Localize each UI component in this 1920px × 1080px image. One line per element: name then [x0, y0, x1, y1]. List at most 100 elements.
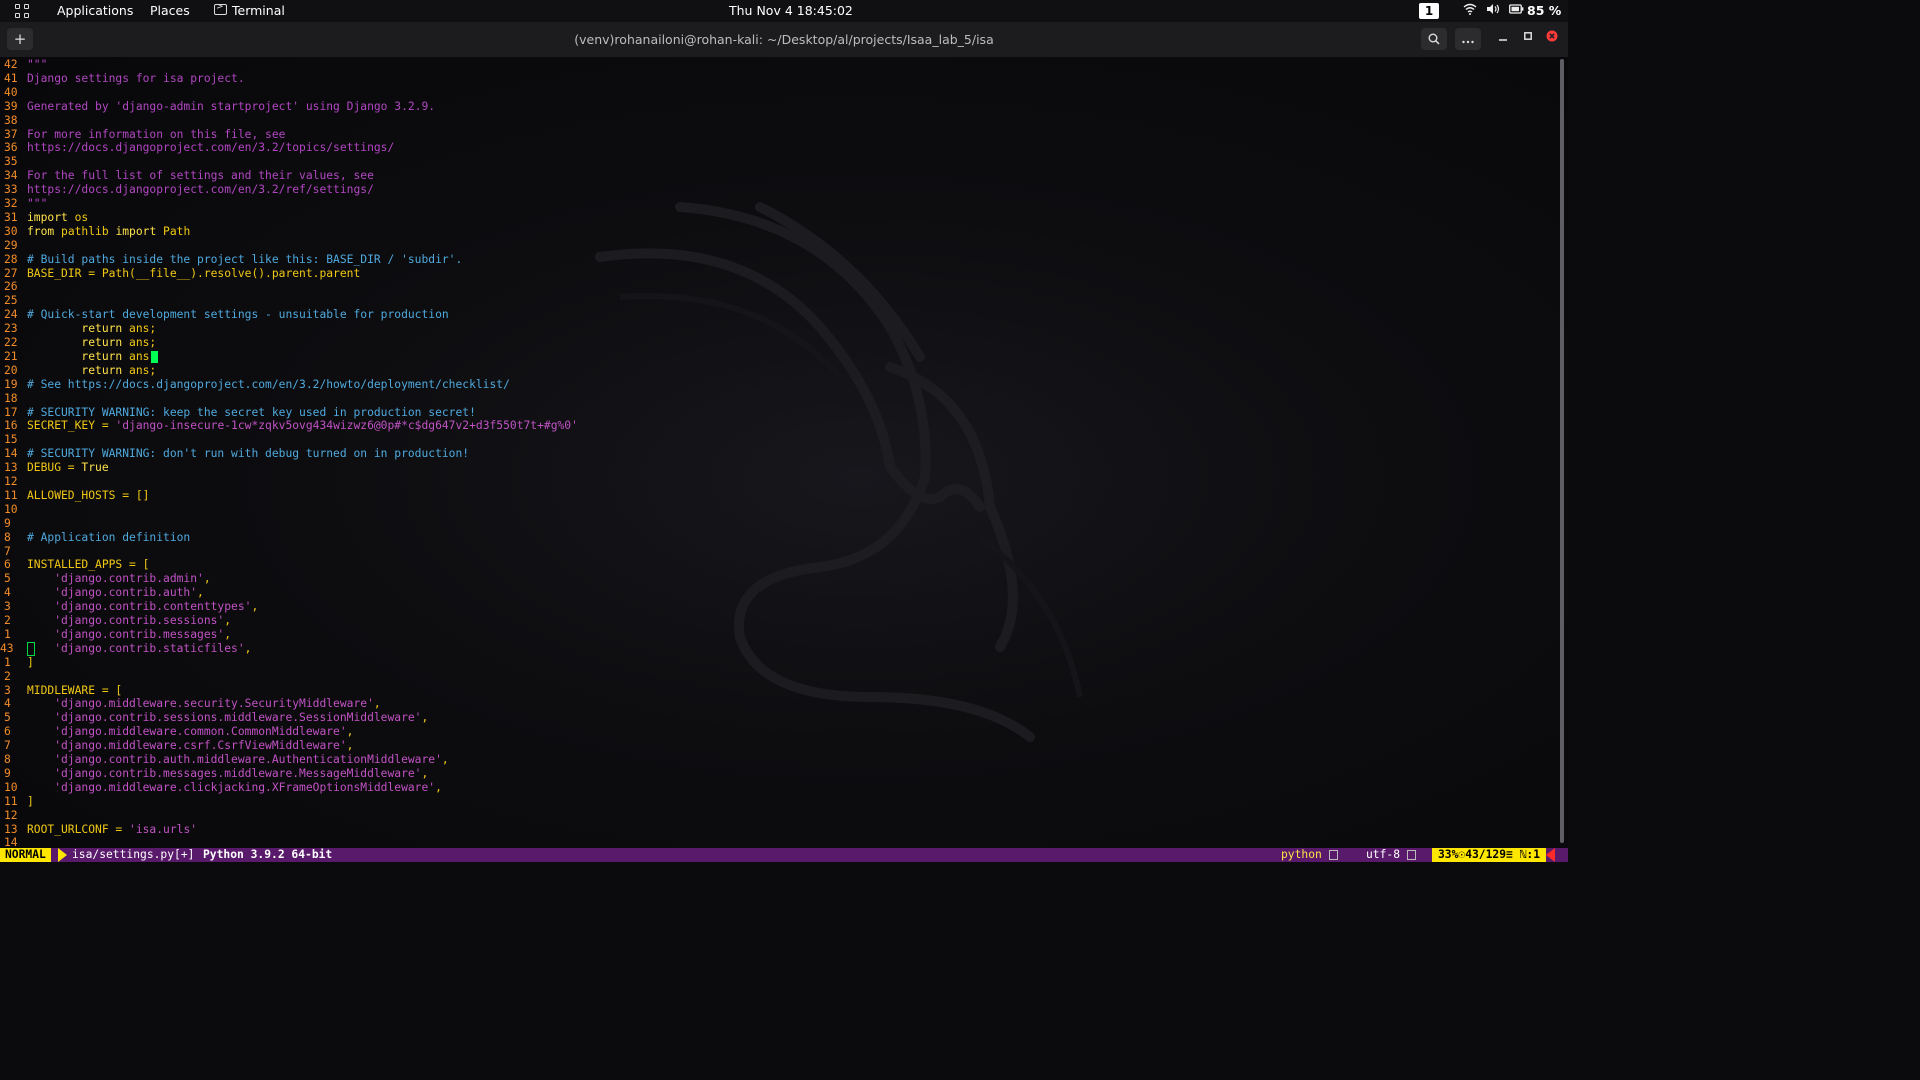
code-text: 'django.contrib.auth', [27, 586, 204, 600]
code-line[interactable]: 29 [0, 239, 27, 253]
mode-indicator: NORMAL [0, 848, 51, 862]
command-line[interactable] [0, 862, 1568, 882]
code-line[interactable]: 14 # SECURITY WARNING: don't run with deb… [0, 447, 469, 461]
code-line[interactable]: 4 'django.middleware.security.SecurityMi… [0, 697, 381, 711]
vim-editor[interactable]: 42 """ 41 Django settings for isa project. 4… [0, 57, 1568, 848]
code-line[interactable]: 1 'django.contrib.messages', [0, 628, 231, 642]
code-line[interactable]: 42 """ [0, 58, 47, 72]
code-line[interactable]: 5 'django.contrib.sessions.middleware.Se… [0, 711, 428, 725]
code-line[interactable]: 13 DEBUG = True [0, 461, 109, 475]
code-token: 'django.middleware.security.SecurityMidd… [27, 697, 374, 711]
code-text: INSTALLED_APPS = [ [27, 558, 149, 572]
code-line[interactable]: 28 # Build paths inside the project like … [0, 253, 462, 267]
cursor-position: 33%☉43/129≡ ℕ:1 [1432, 848, 1547, 862]
terminal-menu[interactable]: Terminal [232, 4, 285, 18]
code-line[interactable]: 30 from pathlib import Path [0, 225, 190, 239]
code-line[interactable]: 26 [0, 280, 27, 294]
clock[interactable]: Thu Nov 4 18:45:02 [729, 4, 853, 18]
code-line[interactable]: 34 For the full list of settings and thei… [0, 169, 374, 183]
minimize-icon [1499, 39, 1507, 41]
code-line[interactable]: 32 """ [0, 197, 47, 211]
code-line[interactable]: 16 SECRET_KEY = 'django-insecure-1cw*zqkv… [0, 419, 578, 433]
maximize-button[interactable] [1520, 30, 1536, 46]
code-text: Django settings for isa project. [27, 72, 245, 86]
code-line[interactable]: 9 'django.contrib.messages.middleware.Me… [0, 767, 428, 781]
code-line[interactable]: 9 [0, 517, 27, 531]
code-line[interactable]: 17 # SECURITY WARNING: keep the secret ke… [0, 406, 476, 420]
text-cursor [151, 350, 158, 363]
code-line[interactable]: 11] [0, 795, 34, 809]
minimize-button[interactable] [1495, 30, 1511, 46]
code-token: , [421, 766, 429, 780]
search-button[interactable] [1421, 28, 1447, 50]
code-line[interactable]: 31 import os [0, 211, 88, 225]
menu-button[interactable] [1455, 28, 1481, 50]
code-line[interactable]: 2 'django.contrib.sessions', [0, 614, 231, 628]
code-line[interactable]: 38 [0, 114, 27, 128]
code-token: , [244, 641, 252, 655]
apps-grid-icon[interactable] [15, 4, 31, 20]
code-line[interactable]: 33 https://docs.djangoproject.com/en/3.2/… [0, 183, 374, 197]
code-line[interactable]: 6 INSTALLED_APPS = [ [0, 558, 149, 572]
code-line[interactable]: 7 'django.middleware.csrf.CsrfViewMiddle… [0, 739, 353, 753]
code-token: 'django.middleware.clickjacking.XFrameOp… [27, 780, 436, 794]
code-line[interactable]: 27 BASE_DIR = Path(__file__).resolve().pa… [0, 267, 360, 281]
code-line[interactable]: 4 'django.contrib.auth', [0, 586, 204, 600]
code-token: , [373, 697, 381, 711]
code-line[interactable]: 10 'django.middleware.clickjacking.XFram… [0, 781, 442, 795]
code-line[interactable]: 6 'django.middleware.common.CommonMiddle… [0, 725, 353, 739]
code-line[interactable]: 3 'django.contrib.contenttypes', [0, 600, 258, 614]
code-line[interactable]: 20 return ans; [0, 364, 156, 378]
scrollbar-thumb[interactable] [1560, 59, 1564, 843]
code-line[interactable]: 12 [0, 475, 27, 489]
code-line[interactable]: 11 ALLOWED_HOSTS = [] [0, 489, 149, 503]
code-line[interactable]: 43 'django.contrib.staticfiles', [0, 641, 251, 656]
line-number: 40 [4, 85, 18, 99]
code-line[interactable]: 41 Django settings for isa project. [0, 72, 245, 86]
code-line[interactable]: 25 [0, 294, 27, 308]
code-line[interactable]: 39 Generated by 'django-admin startprojec… [0, 100, 435, 114]
code-line[interactable]: 12 [0, 809, 27, 823]
code-line[interactable]: 10 [0, 503, 27, 517]
close-button[interactable] [1544, 30, 1560, 46]
code-line[interactable]: 23 return ans; [0, 322, 156, 336]
code-line[interactable]: 40 [0, 86, 27, 100]
code-line[interactable]: 8 'django.contrib.auth.middleware.Authen… [0, 753, 449, 767]
code-line[interactable]: 5 'django.contrib.admin', [0, 572, 211, 586]
code-line[interactable]: 14 [0, 836, 27, 848]
code-line[interactable]: 13 ROOT_URLCONF = 'isa.urls' [0, 823, 197, 837]
code-token: , [197, 586, 204, 600]
code-line[interactable]: 1] [0, 656, 34, 670]
applications-menu[interactable]: Applications [57, 4, 133, 18]
code-line[interactable]: 21 return ans; [0, 350, 158, 364]
code-token: , [224, 627, 232, 641]
code-token: # Build paths inside the project like th… [27, 252, 463, 266]
code-text: from pathlib import Path [27, 225, 190, 239]
code-line[interactable]: 18 [0, 392, 27, 406]
line-number: 38 [4, 113, 18, 127]
wifi-icon[interactable] [1463, 3, 1477, 18]
maximize-icon [1524, 32, 1532, 40]
code-line[interactable]: 19 # See https://docs.djangoproject.com/e… [0, 378, 510, 392]
code-line[interactable]: 2 [0, 670, 27, 684]
code-token: 'django.contrib.auth.middleware.Authenti… [27, 753, 442, 766]
line-number: 3 [4, 600, 11, 614]
code-line[interactable]: 36 https://docs.djangoproject.com/en/3.2/… [0, 141, 394, 155]
code-line[interactable]: 3 MIDDLEWARE = [ [0, 684, 122, 698]
places-menu[interactable]: Places [150, 4, 190, 18]
code-token: , [251, 600, 259, 614]
code-line[interactable]: 15 [0, 433, 27, 447]
code-line[interactable]: 35 [0, 155, 27, 169]
code-text: # Application definition [27, 531, 190, 545]
code-line[interactable]: 8 # Application definition [0, 530, 190, 545]
workspace-indicator[interactable]: 1 [1419, 3, 1439, 19]
code-token: , [346, 739, 354, 753]
volume-icon[interactable] [1486, 3, 1500, 18]
battery-icon[interactable] [1509, 3, 1524, 18]
code-line[interactable]: 7 [0, 545, 27, 559]
code-line[interactable]: 37 For more information on this file, see [0, 128, 285, 142]
code-line[interactable]: 22 return ans; [0, 336, 156, 350]
code-line[interactable]: 24 # Quick-start development settings - u… [0, 308, 449, 322]
code-token: For the full list of settings and their … [27, 169, 374, 183]
line-number: 8 [4, 530, 11, 544]
